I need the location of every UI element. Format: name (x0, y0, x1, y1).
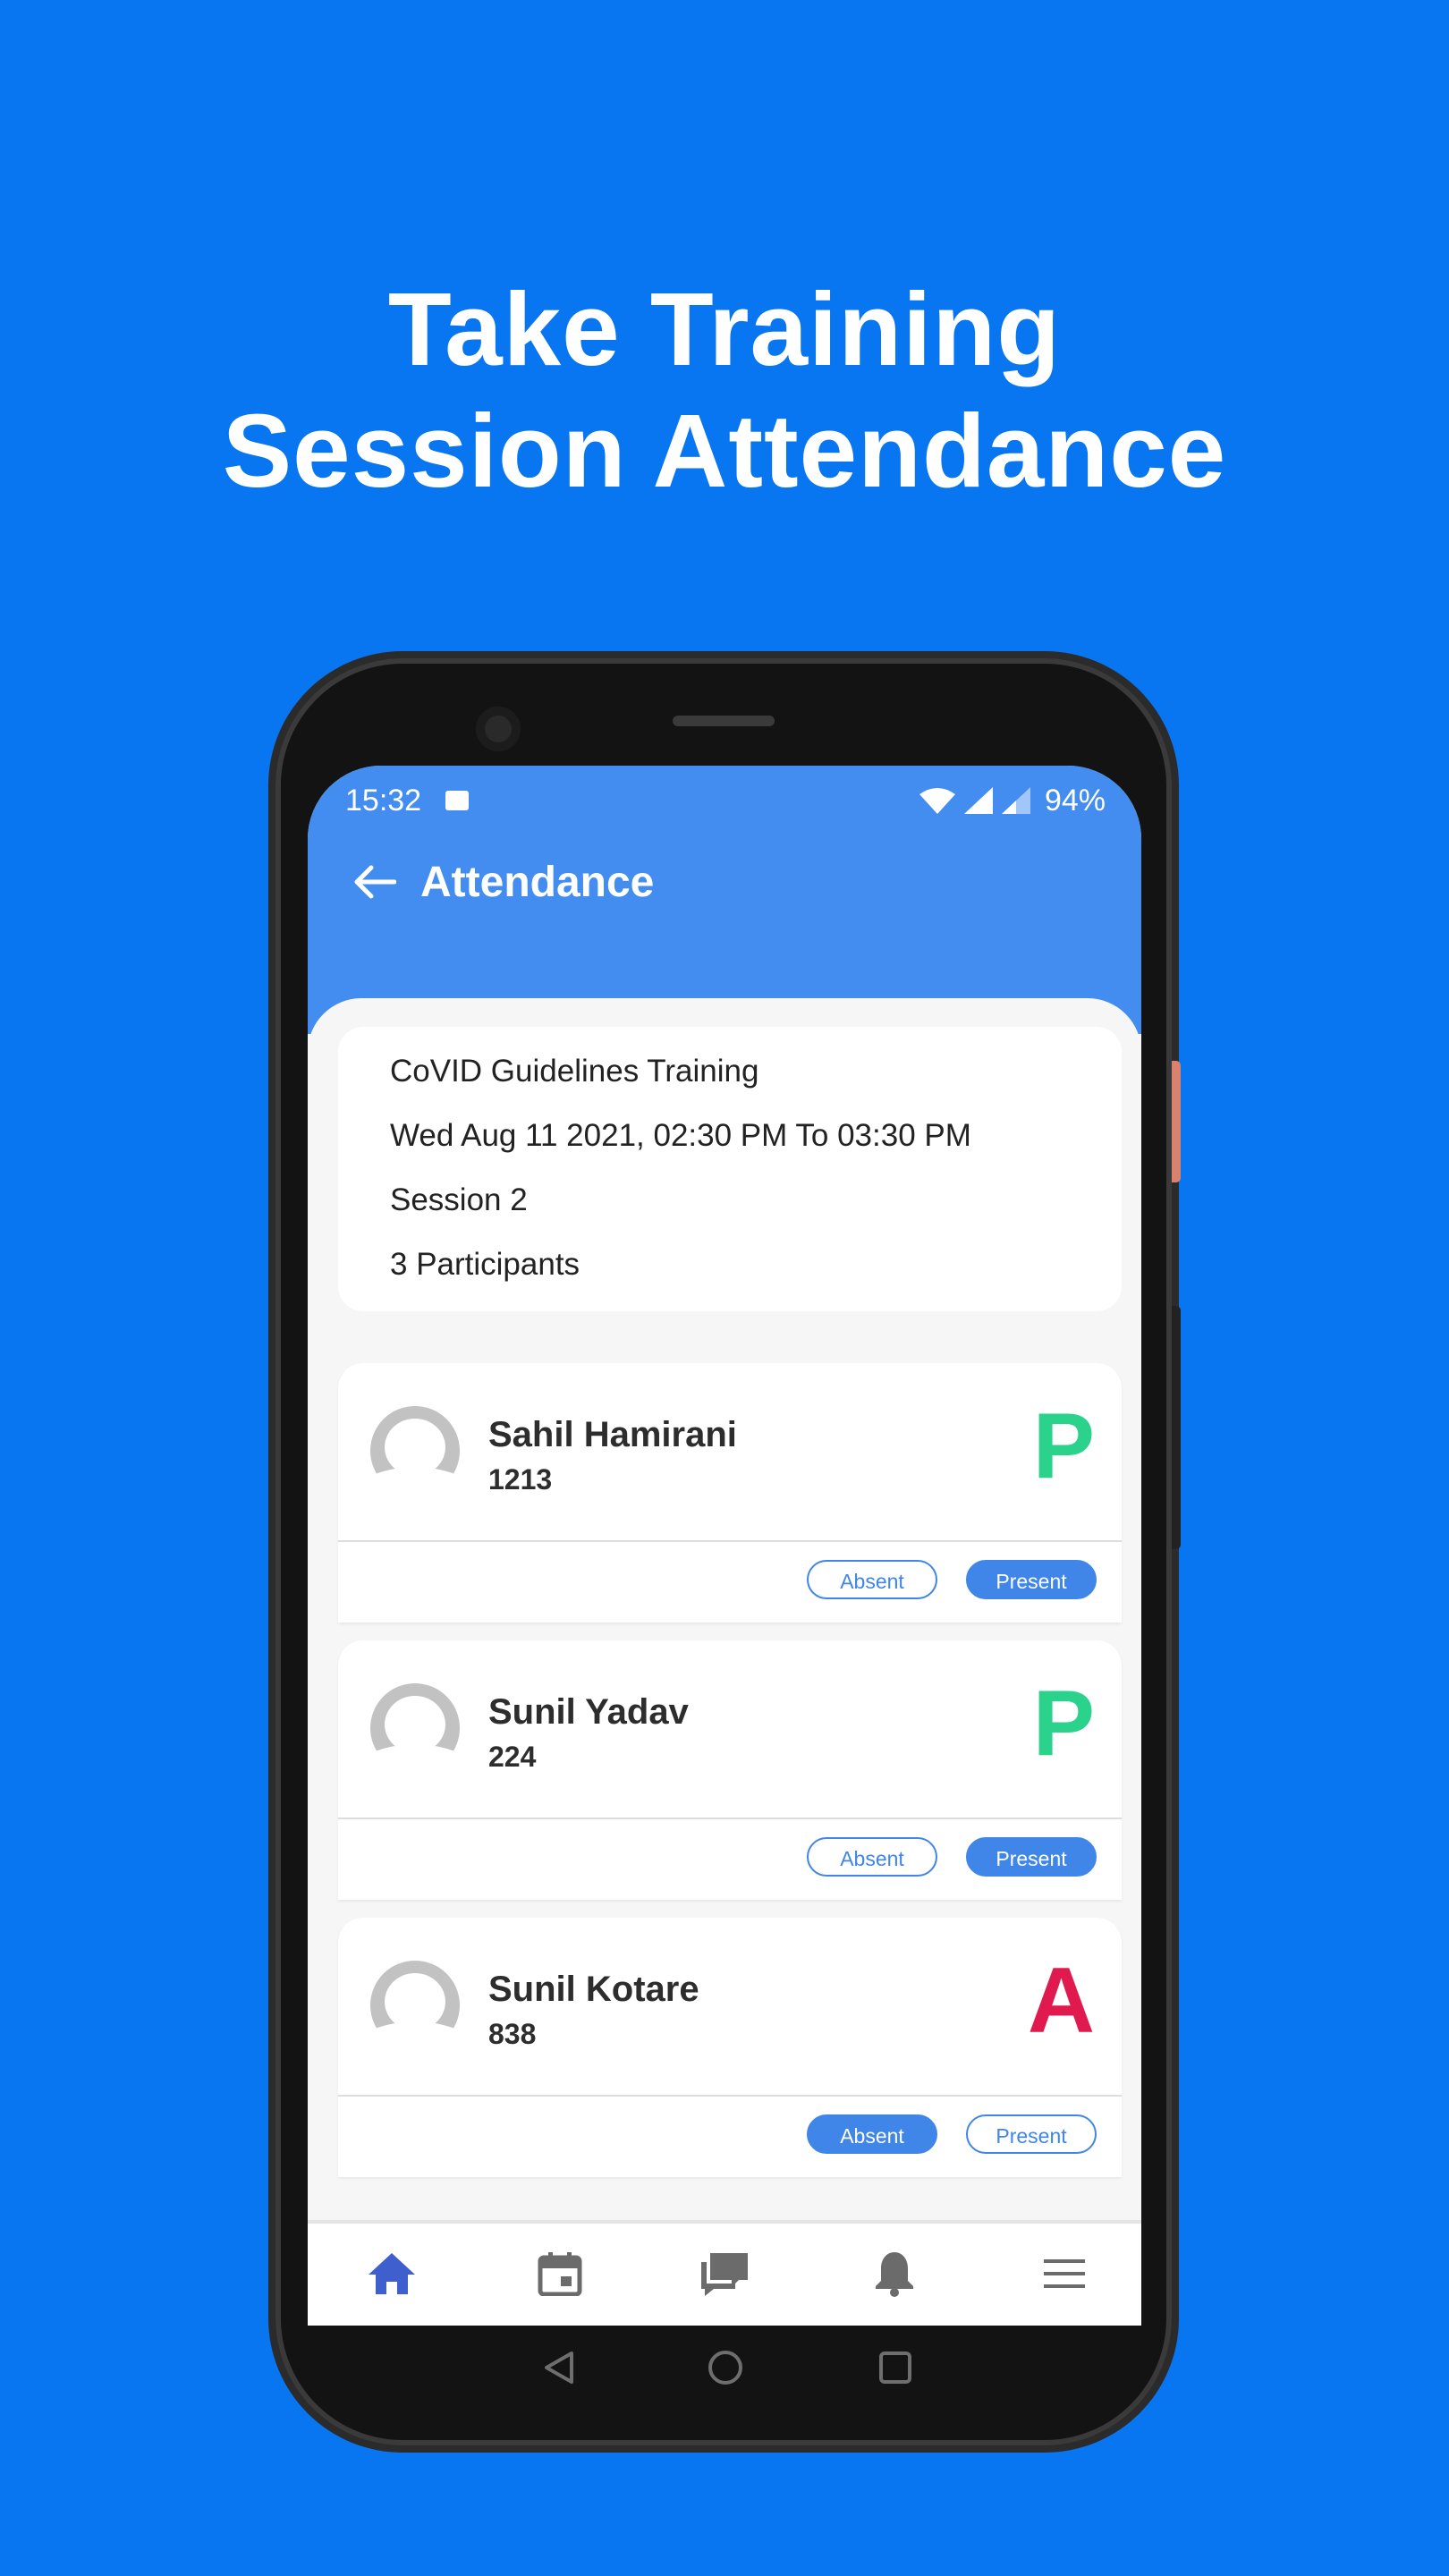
app-bar: 15:32 94% Attendance (308, 766, 1141, 1034)
square-recents-icon (879, 2351, 911, 2384)
present-button[interactable]: Present (966, 2114, 1097, 2154)
signal-icon (963, 787, 993, 814)
menu-icon (1044, 2259, 1085, 2288)
absent-button[interactable]: Absent (807, 1560, 937, 1599)
signal-weak-icon (1001, 787, 1030, 814)
avatar-placeholder-icon (370, 1683, 460, 1775)
back-button[interactable] (347, 855, 401, 909)
headline-line-1: Take Training (387, 271, 1062, 387)
chat-icon (701, 2253, 748, 2296)
system-navigation-bar (308, 2326, 1141, 2411)
status-icons: 94% (919, 778, 1106, 823)
participant-count: 3 Participants (390, 1247, 580, 1282)
avatar-placeholder-icon (370, 1961, 460, 2052)
title-row: Attendance (347, 855, 654, 909)
session-label: Session 2 (390, 1182, 528, 1217)
avatar-placeholder-icon (370, 1406, 460, 1497)
wifi-icon (919, 788, 955, 814)
circle-home-icon (708, 2351, 742, 2385)
home-icon (369, 2253, 415, 2294)
earpiece-speaker (673, 716, 775, 726)
participant-card: Sahil Hamirani 1213 P Absent Present (338, 1363, 1122, 1623)
status-time: 15:32 (345, 784, 422, 818)
divider (338, 1818, 1122, 1819)
participant-card: Sunil Kotare 838 A Absent Present (338, 1918, 1122, 2177)
content-area: CoVID Guidelines Training Wed Aug 11 202… (308, 998, 1141, 2233)
headline: Take Training Session Attendance (0, 268, 1449, 512)
nav-messages[interactable] (698, 2247, 751, 2301)
absent-button[interactable]: Absent (807, 2114, 937, 2154)
bottom-navigation (308, 2220, 1141, 2326)
participant-name: Sunil Kotare (488, 1970, 699, 2009)
page-title: Attendance (420, 858, 655, 906)
participant-name: Sunil Yadav (488, 1692, 689, 1732)
participant-id: 1213 (488, 1463, 553, 1496)
nav-home[interactable] (365, 2247, 419, 2301)
bell-icon (876, 2252, 913, 2297)
nav-menu[interactable] (1038, 2247, 1091, 2301)
calendar-icon (538, 2252, 582, 2296)
session-datetime: Wed Aug 11 2021, 02:30 PM To 03:30 PM (390, 1118, 971, 1153)
divider (338, 2095, 1122, 2097)
participant-id: 224 (488, 1741, 537, 1773)
system-recents-button[interactable] (873, 2345, 918, 2390)
nav-notifications[interactable] (868, 2247, 921, 2301)
phone-power-button (1172, 1061, 1181, 1182)
nav-calendar[interactable] (533, 2247, 587, 2301)
participant-id: 838 (488, 2018, 537, 2050)
phone-volume-button (1172, 1306, 1181, 1549)
system-home-button[interactable] (703, 2345, 748, 2390)
phone-screen: 15:32 94% Attendance CoVID Guidelines Tr… (308, 766, 1141, 2326)
arrow-left-icon (354, 865, 396, 899)
participant-name: Sahil Hamirani (488, 1415, 737, 1454)
headline-line-2: Session Attendance (222, 393, 1227, 509)
session-name: CoVID Guidelines Training (390, 1054, 759, 1089)
session-info-card: CoVID Guidelines Training Wed Aug 11 202… (338, 1027, 1122, 1311)
front-camera (476, 707, 521, 751)
present-button[interactable]: Present (966, 1560, 1097, 1599)
attendance-status: P (1032, 1394, 1095, 1498)
absent-button[interactable]: Absent (807, 1837, 937, 1877)
system-back-button[interactable] (537, 2345, 581, 2390)
attendance-status: A (1027, 1949, 1095, 2053)
battery-level: 94% (1044, 784, 1106, 818)
attendance-status: P (1032, 1672, 1095, 1775)
divider (338, 1540, 1122, 1542)
participant-card: Sunil Yadav 224 P Absent Present (338, 1640, 1122, 1900)
image-notification-icon (445, 791, 469, 810)
status-bar: 15:32 94% (345, 778, 1106, 823)
triangle-back-icon (545, 2351, 573, 2384)
present-button[interactable]: Present (966, 1837, 1097, 1877)
